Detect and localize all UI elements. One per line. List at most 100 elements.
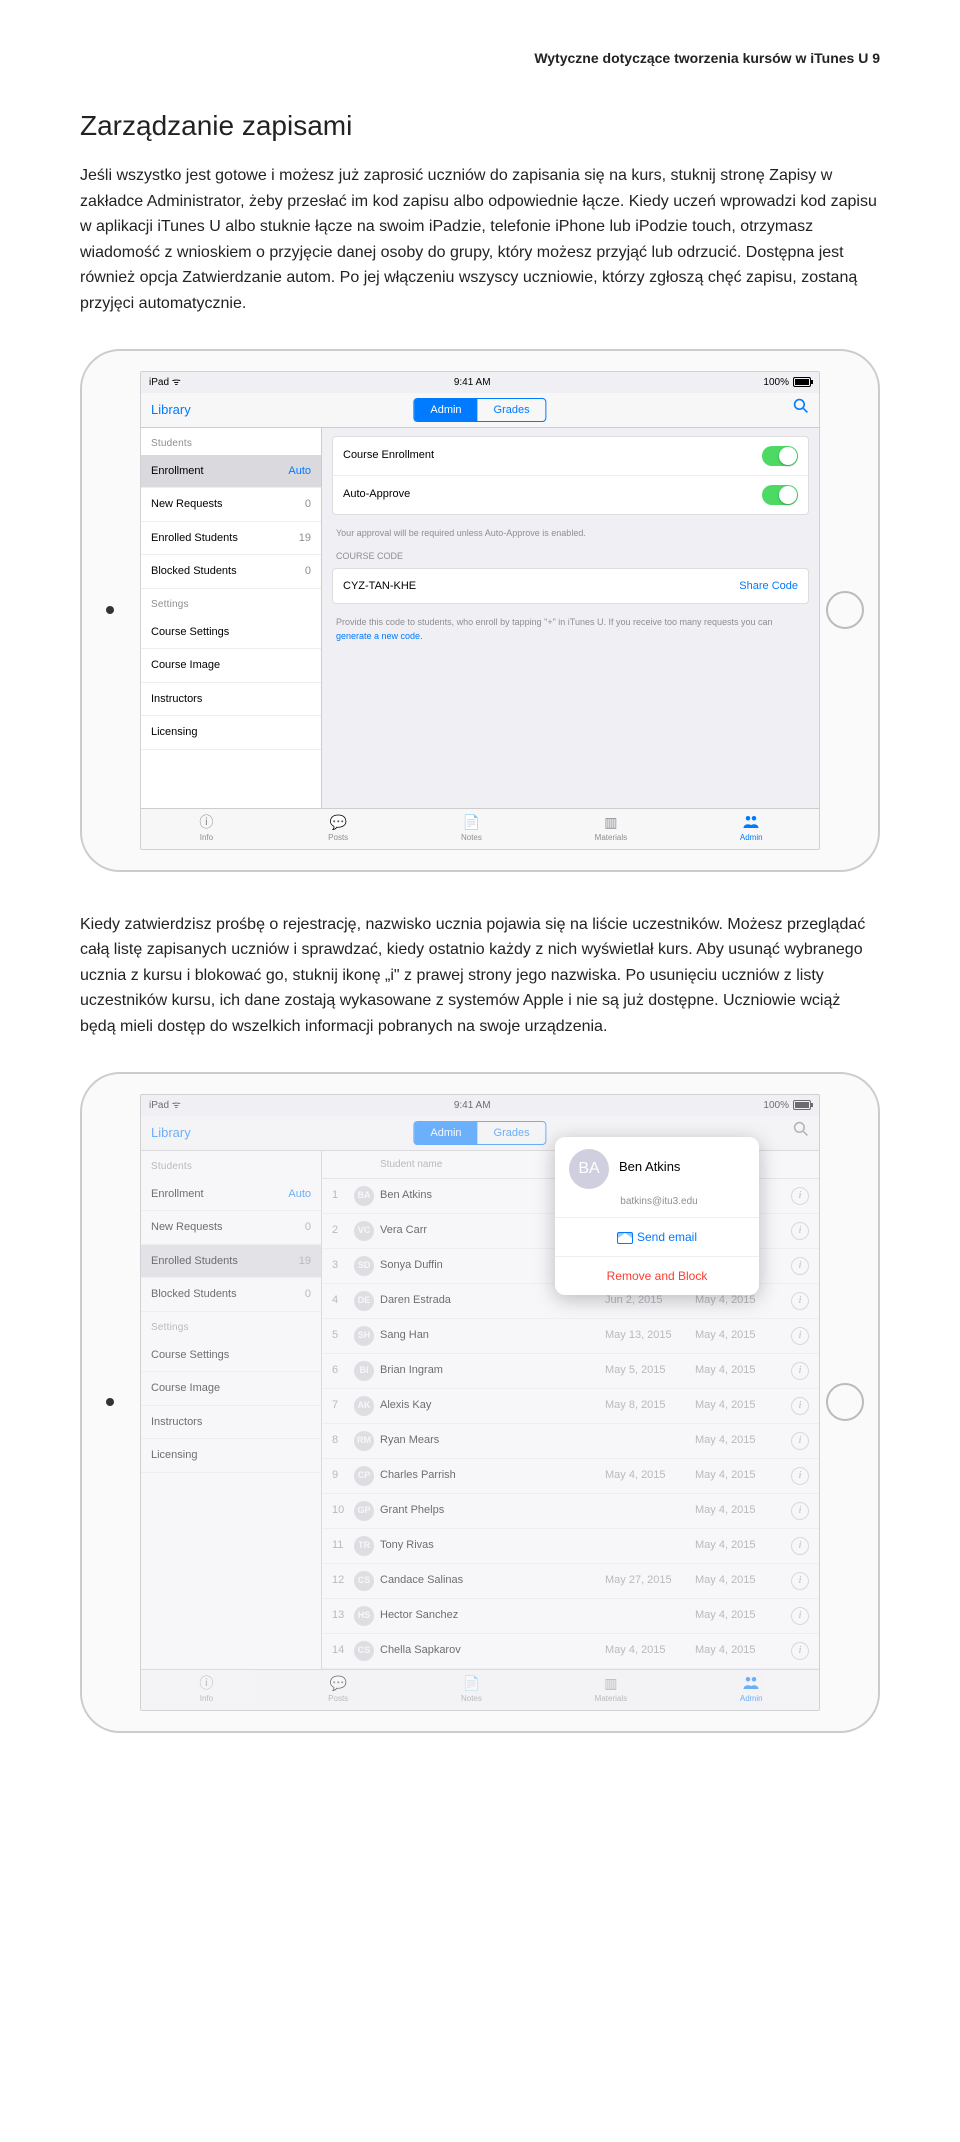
sidebar-item-blocked[interactable]: Blocked Students0 [141,1278,321,1312]
table-row[interactable]: 13HSHector SanchezMay 4, 2015i [322,1599,819,1634]
sidebar-item-enrolled[interactable]: Enrolled Students19 [141,522,321,556]
date-2: May 4, 2015 [695,1642,785,1659]
tab-bar: ⓘInfo 💬Posts 📄Notes ▥Materials Admin [141,808,819,849]
sidebar-item-enrollment[interactable]: EnrollmentAuto [141,1178,321,1212]
content-pane: Course Enrollment Auto-Approve Your appr… [322,428,819,808]
materials-icon: ▥ [602,1674,620,1692]
row-number: 10 [332,1502,354,1519]
table-row[interactable]: 6BIBrian IngramMay 5, 2015May 4, 2015i [322,1354,819,1389]
info-icon[interactable]: i [791,1257,809,1275]
info-icon[interactable]: i [791,1607,809,1625]
popover-remove-block[interactable]: Remove and Block [555,1256,759,1295]
info-icon[interactable]: i [791,1397,809,1415]
row-course-enrollment[interactable]: Course Enrollment [333,437,808,476]
nav-back-library[interactable]: Library [151,400,191,420]
table-row[interactable]: 9CPCharles ParrishMay 4, 2015May 4, 2015… [322,1459,819,1494]
sidebar-item-blocked[interactable]: Blocked Students0 [141,555,321,589]
sidebar-item-course-image[interactable]: Course Image [141,1372,321,1406]
student-name: Tony Rivas [380,1537,605,1554]
popover-email: batkins@itu3.edu [620,1196,697,1207]
table-row[interactable]: 5SHSang HanMay 13, 2015May 4, 2015i [322,1319,819,1354]
tab-info[interactable]: ⓘInfo [197,1674,215,1705]
sidebar-item-licensing[interactable]: Licensing [141,1439,321,1473]
switch-auto-approve[interactable] [762,485,798,505]
info-icon[interactable]: i [791,1432,809,1450]
segmented-control[interactable]: Admin Grades [413,398,546,422]
tab-notes[interactable]: 📄Notes [461,1674,482,1705]
status-time: 9:41 AM [454,375,491,390]
info-icon[interactable]: i [791,1502,809,1520]
generate-new-code-link[interactable]: generate a new code. [336,631,423,641]
sidebar-item-licensing[interactable]: Licensing [141,716,321,750]
search-icon[interactable] [793,1121,809,1145]
date-2: May 4, 2015 [695,1502,785,1519]
student-name: Ryan Mears [380,1432,605,1449]
sidebar-item-new-requests[interactable]: New Requests0 [141,488,321,522]
info-icon: ⓘ [197,813,215,831]
row-course-code[interactable]: CYZ-TAN-KHEShare Code [333,569,808,604]
info-icon[interactable]: i [791,1467,809,1485]
row-auto-approve[interactable]: Auto-Approve [333,476,808,514]
seg-grades[interactable]: Grades [478,399,546,421]
info-icon[interactable]: i [791,1362,809,1380]
tab-info[interactable]: ⓘInfo [197,813,215,844]
sidebar-item-course-settings[interactable]: Course Settings [141,616,321,650]
sidebar-item-course-settings[interactable]: Course Settings [141,1339,321,1373]
info-icon[interactable]: i [791,1292,809,1310]
table-row[interactable]: 11TRTony RivasMay 4, 2015i [322,1529,819,1564]
search-icon[interactable] [793,398,809,422]
row-number: 12 [332,1572,354,1589]
row-number: 13 [332,1607,354,1624]
tab-notes[interactable]: 📄Notes [461,813,482,844]
student-name: Charles Parrish [380,1467,605,1484]
tab-admin[interactable]: Admin [740,813,763,844]
tab-posts[interactable]: 💬Posts [328,813,348,844]
segmented-control[interactable]: Admin Grades [413,1121,546,1145]
info-icon[interactable]: i [791,1327,809,1345]
ipad-mockup-1: iPad ᯤ 9:41 AM 100% Library Admin Grades… [80,349,880,872]
table-row[interactable]: 7AKAlexis KayMay 8, 2015May 4, 2015i [322,1389,819,1424]
sidebar-item-enrolled[interactable]: Enrolled Students19 [141,1245,321,1279]
sidebar-item-enrollment[interactable]: EnrollmentAuto [141,455,321,489]
tab-materials[interactable]: ▥Materials [595,1674,627,1705]
materials-icon: ▥ [602,813,620,831]
info-icon[interactable]: i [791,1222,809,1240]
body-paragraph-1: Jeśli wszystko jest gotowe i możesz już … [80,163,880,317]
row-number: 7 [332,1397,354,1414]
seg-admin[interactable]: Admin [414,1122,477,1144]
tab-posts[interactable]: 💬Posts [328,1674,348,1705]
share-code-link[interactable]: Share Code [739,578,798,595]
student-name: Hector Sanchez [380,1607,605,1624]
info-icon[interactable]: i [791,1187,809,1205]
tab-materials[interactable]: ▥Materials [595,813,627,844]
battery-icon [793,377,811,387]
student-name: Grant Phelps [380,1502,605,1519]
avatar: HS [354,1606,374,1626]
info-icon: ⓘ [197,1674,215,1692]
info-icon[interactable]: i [791,1642,809,1660]
seg-grades[interactable]: Grades [478,1122,546,1144]
table-row[interactable]: 8RMRyan MearsMay 4, 2015i [322,1424,819,1459]
sidebar-item-course-image[interactable]: Course Image [141,649,321,683]
tab-admin[interactable]: Admin [740,1674,763,1705]
table-row[interactable]: 12CSCandace SalinasMay 27, 2015May 4, 20… [322,1564,819,1599]
info-icon[interactable]: i [791,1537,809,1555]
status-device: iPad ᯤ [149,375,181,390]
nav-back-library[interactable]: Library [151,1123,191,1143]
posts-icon: 💬 [329,813,347,831]
info-icon[interactable]: i [791,1572,809,1590]
sidebar-item-instructors[interactable]: Instructors [141,683,321,717]
status-time: 9:41 AM [454,1098,491,1113]
switch-course-enrollment[interactable] [762,446,798,466]
sidebar-item-instructors[interactable]: Instructors [141,1406,321,1440]
sidebar-item-new-requests[interactable]: New Requests0 [141,1211,321,1245]
student-popover: BA Ben Atkins batkins@itu3.edu Send emai… [555,1137,759,1296]
avatar: CP [354,1466,374,1486]
table-row[interactable]: 10GPGrant PhelpsMay 4, 2015i [322,1494,819,1529]
avatar: BA [354,1186,374,1206]
date-1: May 5, 2015 [605,1362,695,1379]
seg-admin[interactable]: Admin [414,399,477,421]
status-battery-pct: 100% [763,375,789,390]
popover-send-email[interactable]: Send email [555,1217,759,1256]
table-row[interactable]: 14CSChella SapkarovMay 4, 2015May 4, 201… [322,1634,819,1669]
